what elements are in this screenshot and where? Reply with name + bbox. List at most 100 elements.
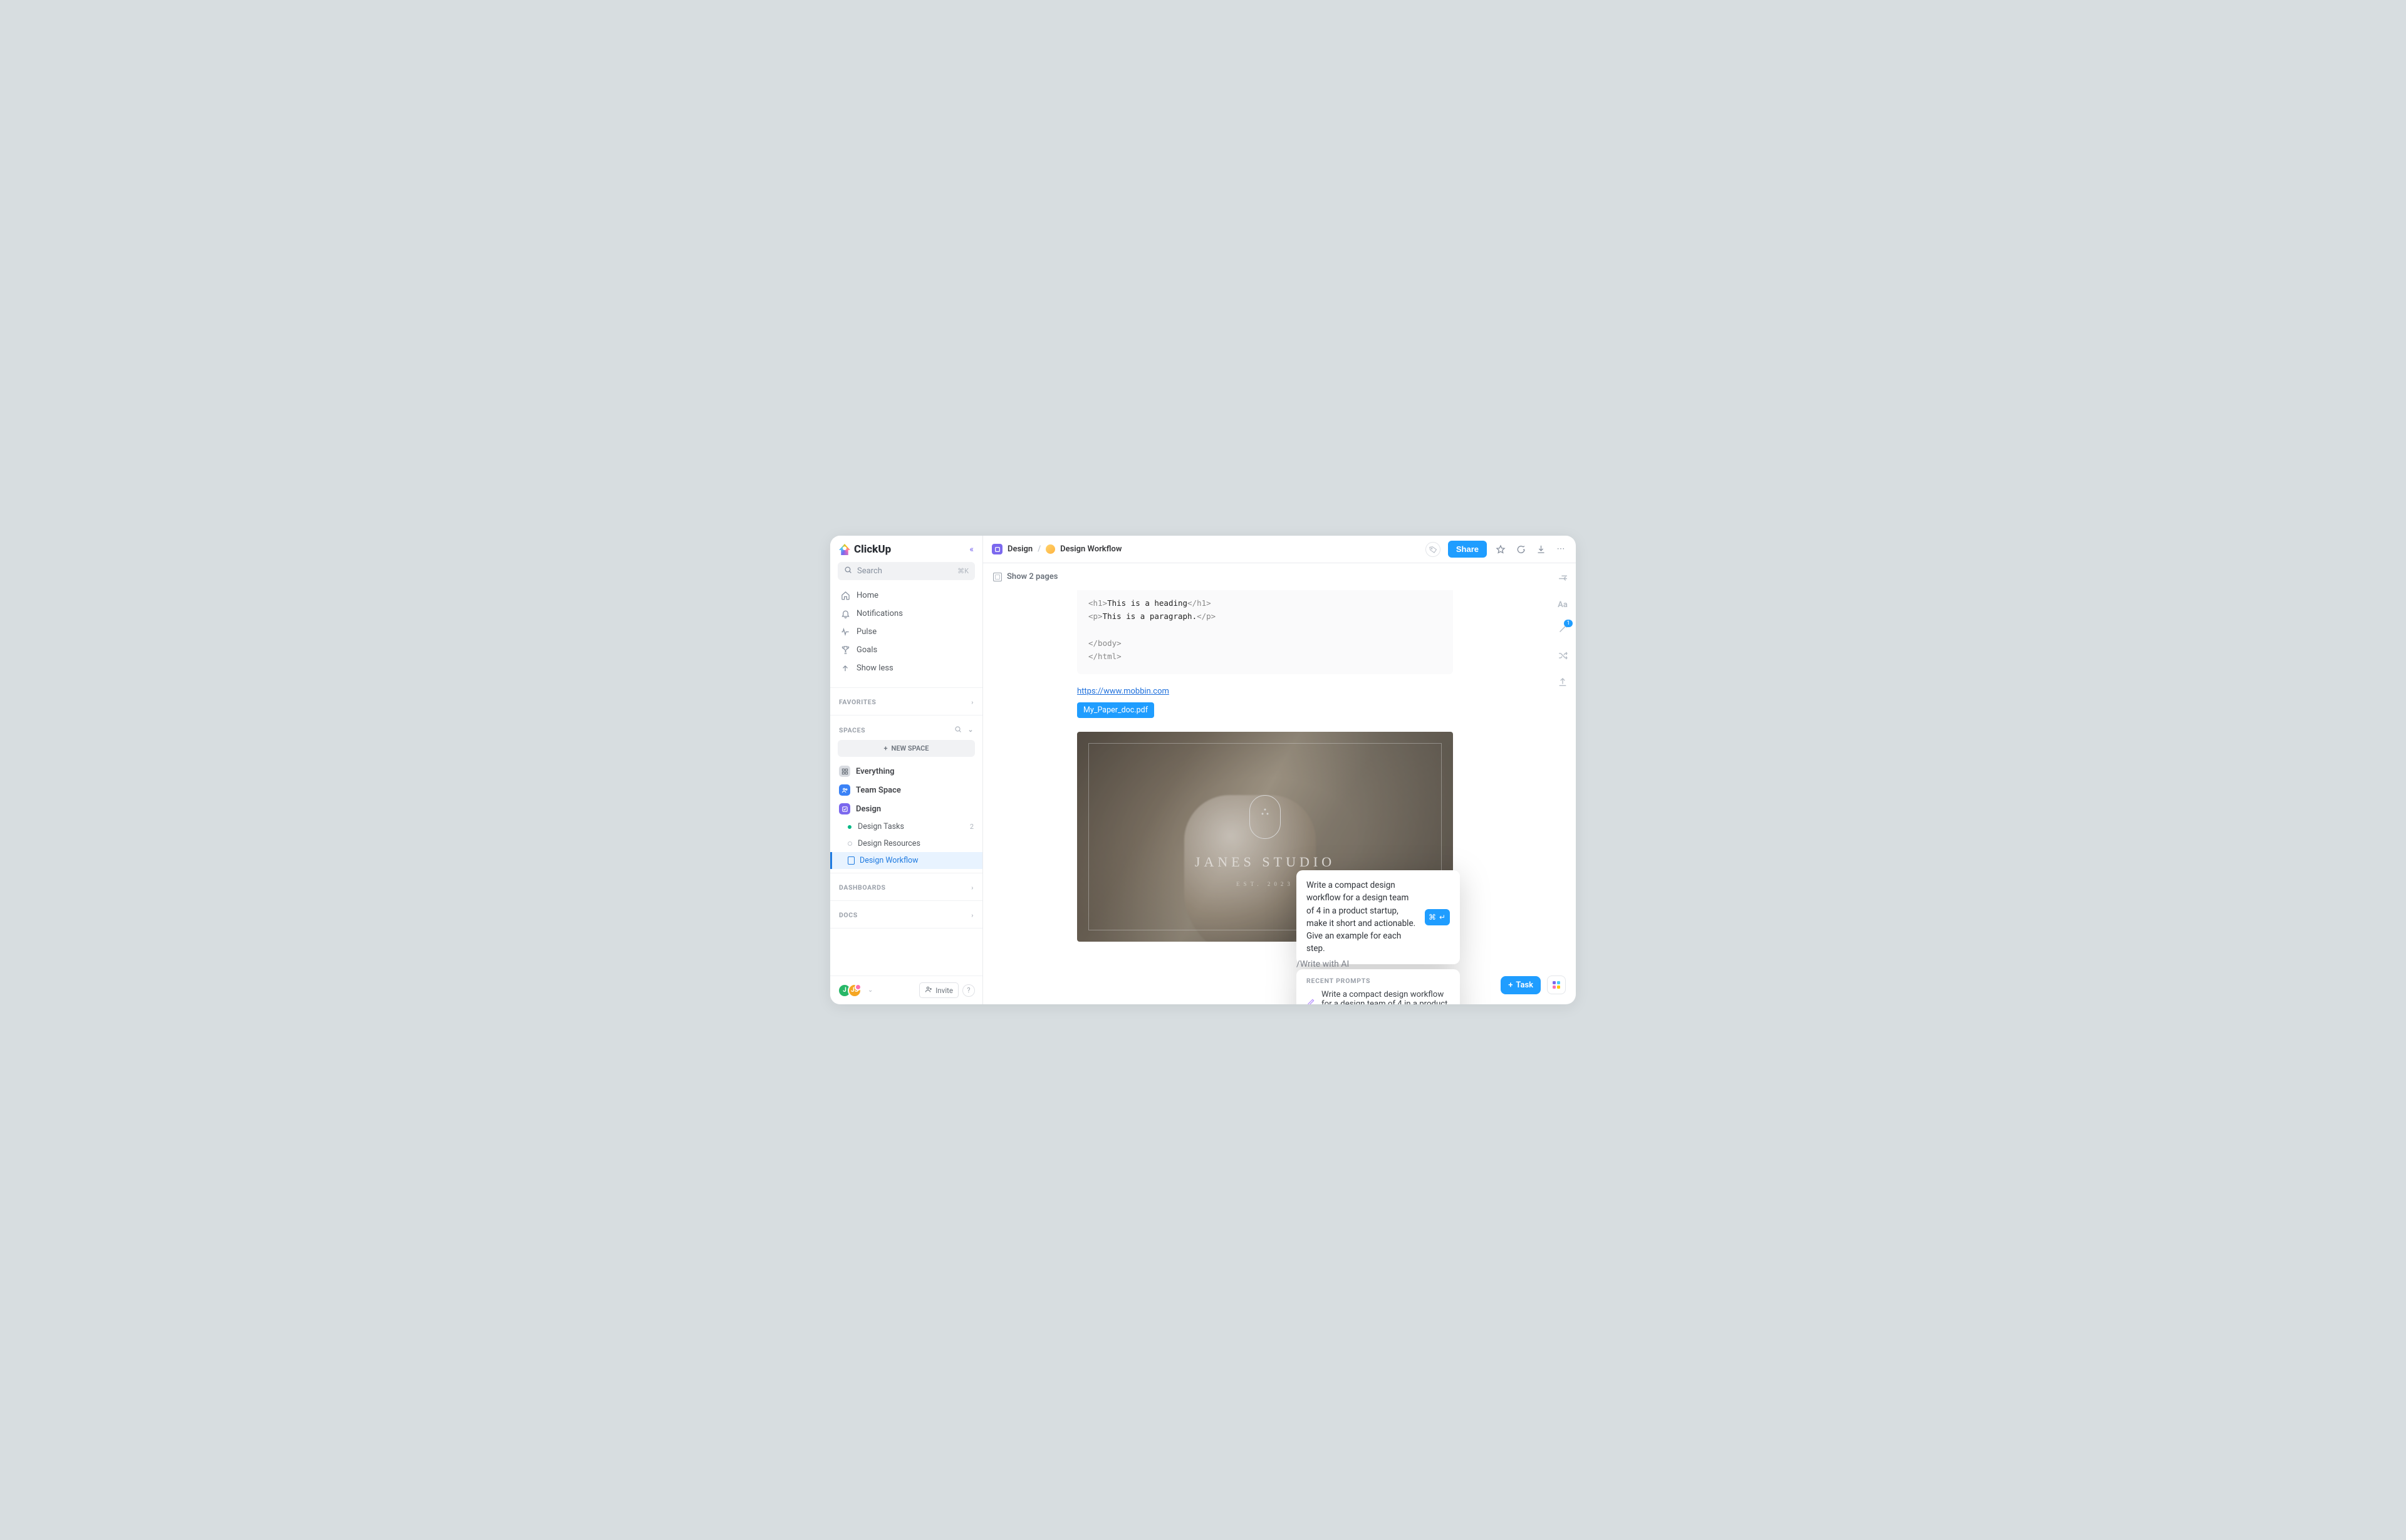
chevron-down-icon[interactable]: ⌄	[968, 726, 974, 735]
nav-show-less[interactable]: Show less	[834, 659, 979, 677]
nav-home[interactable]: Home	[834, 586, 979, 605]
design-space-icon	[839, 803, 850, 814]
sidebar: ClickUp « Search ⌘K Home Notifications P…	[830, 536, 983, 1004]
pages-icon	[993, 573, 1002, 581]
nav-label: Notifications	[857, 609, 903, 618]
divider	[830, 928, 982, 929]
invite-button[interactable]: Invite	[919, 982, 959, 998]
code-tag: </body>	[1088, 638, 1122, 648]
child-design-resources[interactable]: Design Resources	[830, 835, 982, 852]
doc-subheader: Show 2 pages	[983, 563, 1576, 590]
nav-label: Home	[857, 591, 878, 600]
hero-title: JANES STUDIO	[1195, 854, 1335, 870]
download-icon[interactable]	[1534, 544, 1547, 554]
recent-prompts-label: RECENT PROMPTS	[1306, 977, 1450, 985]
apps-grid-icon	[1553, 981, 1560, 989]
plus-icon: +	[883, 744, 887, 752]
breadcrumb: Design / Design Workflow	[992, 544, 1122, 554]
share-button[interactable]: Share	[1448, 541, 1487, 558]
nav-notifications[interactable]: Notifications	[834, 605, 979, 623]
space-label: Design	[856, 804, 881, 814]
sidebar-collapse-icon[interactable]: «	[969, 544, 974, 554]
star-icon[interactable]	[1494, 544, 1507, 554]
search-shortcut: ⌘K	[957, 567, 969, 575]
nav-pulse[interactable]: Pulse	[834, 623, 979, 641]
avatar-stack[interactable]: J JS	[838, 984, 862, 997]
nav-goals[interactable]: Goals	[834, 641, 979, 659]
fab-group: + Task	[1501, 976, 1566, 994]
spaces-header[interactable]: SPACES ⌄	[830, 719, 982, 740]
dashboards-label: DASHBOARDS	[839, 883, 886, 892]
child-design-workflow[interactable]: Design Workflow	[830, 852, 982, 869]
child-design-tasks[interactable]: Design Tasks 2	[830, 818, 982, 835]
main-area: Design / Design Workflow Share ⋯ Show 2 …	[983, 536, 1576, 1004]
tag-icon[interactable]	[1424, 541, 1442, 558]
clickup-logo-icon	[839, 544, 850, 555]
nav-label: Show less	[857, 663, 893, 673]
ai-submit-button[interactable]: ⌘ ↵	[1425, 909, 1450, 925]
new-space-button[interactable]: + NEW SPACE	[838, 740, 975, 757]
upload-icon[interactable]	[1558, 677, 1568, 690]
favorites-label: FAVORITES	[839, 698, 876, 706]
topbar-actions: Share ⋯	[1425, 541, 1567, 558]
show-pages-label[interactable]: Show 2 pages	[1007, 572, 1058, 581]
external-link[interactable]: https://www.mobbin.com	[1077, 687, 1551, 696]
divider	[830, 900, 982, 901]
child-label: Design Workflow	[860, 856, 919, 865]
nav-label: Goals	[857, 645, 877, 655]
space-everything[interactable]: Everything	[830, 762, 982, 781]
file-attachment[interactable]: My_Paper_doc.pdf	[1077, 702, 1154, 718]
indent-icon[interactable]	[1558, 573, 1568, 586]
recent-prompt-item[interactable]: Write a compact design workflow for a de…	[1306, 990, 1450, 1005]
favorites-header[interactable]: FAVORITES ›	[830, 692, 982, 711]
search-input[interactable]: Search ⌘K	[838, 562, 975, 580]
new-space-label: NEW SPACE	[892, 744, 929, 752]
docs-header[interactable]: DOCS ›	[830, 905, 982, 924]
breadcrumb-design[interactable]: Design	[1008, 544, 1033, 554]
more-icon[interactable]: ⋯	[1555, 544, 1567, 554]
people-icon	[839, 784, 850, 796]
chevron-up-icon	[840, 664, 850, 673]
pulse-icon	[840, 627, 850, 637]
ai-prompt-text[interactable]: Write a compact design workflow for a de…	[1306, 879, 1417, 955]
brand-logo[interactable]: ClickUp	[839, 543, 891, 556]
search-icon[interactable]	[954, 726, 962, 735]
space-design[interactable]: Design	[830, 799, 982, 818]
chevron-right-icon: ›	[971, 911, 974, 919]
help-button[interactable]: ?	[962, 984, 975, 997]
home-icon	[840, 591, 850, 600]
status-dot-icon	[848, 825, 851, 829]
comment-icon[interactable]	[1514, 544, 1527, 554]
link-text[interactable]: https://www.mobbin.com	[1077, 687, 1169, 696]
invite-label: Invite	[935, 986, 953, 995]
chevron-down-icon[interactable]: ⌄	[865, 987, 873, 994]
hero-subtitle: EST. 2023	[1236, 881, 1294, 887]
apps-button[interactable]	[1547, 976, 1566, 994]
nav-label: Pulse	[857, 627, 877, 637]
item-count: 2	[970, 823, 974, 831]
shuffle-icon[interactable]	[1558, 650, 1568, 663]
code-text: This is a paragraph.	[1103, 611, 1197, 621]
recent-prompt-text: Write a compact design workflow for a de…	[1321, 990, 1450, 1005]
pencil-icon	[1306, 998, 1315, 1004]
avatar[interactable]: JS	[848, 984, 862, 997]
topbar: Design / Design Workflow Share ⋯	[983, 536, 1576, 563]
search-placeholder: Search	[857, 566, 882, 576]
person-plus-icon	[925, 986, 932, 995]
ai-wand-icon[interactable]: 1	[1558, 623, 1568, 637]
breadcrumb-sep: /	[1038, 544, 1041, 554]
chevron-right-icon: ›	[971, 698, 974, 706]
doc-body[interactable]: <h1>This is a heading</h1> <p>This is a …	[983, 590, 1576, 1004]
plus-icon: +	[1508, 981, 1513, 990]
bell-icon	[840, 609, 850, 618]
trophy-icon	[840, 645, 850, 655]
ai-prompt-overlay: Write a compact design workflow for a de…	[1296, 870, 1460, 1004]
new-task-button[interactable]: + Task	[1501, 976, 1541, 994]
ai-prompt-input[interactable]: Write a compact design workflow for a de…	[1296, 870, 1460, 964]
divider	[830, 687, 982, 688]
space-team[interactable]: Team Space	[830, 781, 982, 799]
breadcrumb-workflow[interactable]: Design Workflow	[1060, 544, 1122, 554]
child-label: Design Resources	[858, 839, 920, 848]
dashboards-header[interactable]: DASHBOARDS ›	[830, 877, 982, 897]
typography-icon[interactable]: Aa	[1558, 600, 1568, 610]
